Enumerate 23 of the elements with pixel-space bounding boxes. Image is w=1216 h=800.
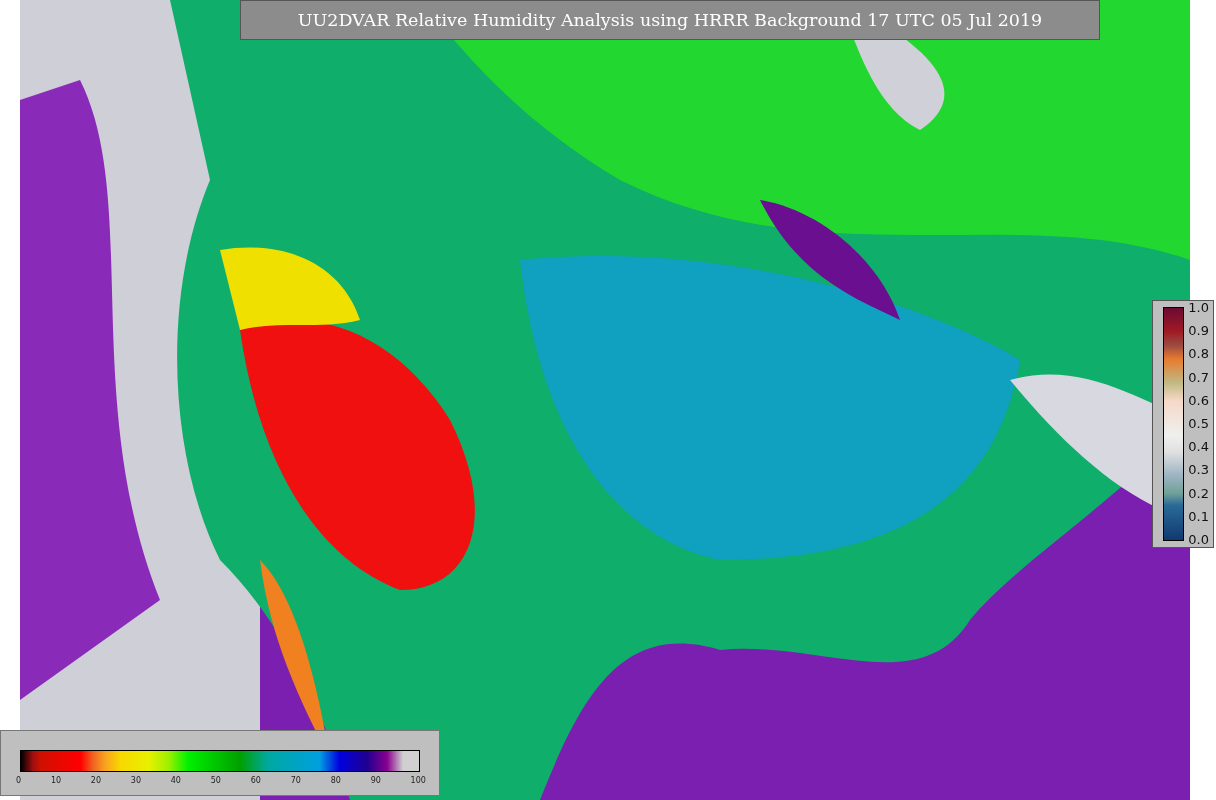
tick-label: 20	[90, 776, 102, 785]
tick-label: 0	[16, 776, 22, 785]
tick-label: 0.3	[1188, 463, 1209, 478]
tick-label: 0.1	[1188, 509, 1209, 524]
tick-label: 0.7	[1188, 370, 1209, 385]
tick-label: 40	[170, 776, 181, 785]
tick-label: 1.0	[1188, 301, 1209, 315]
tick-label: 10	[50, 776, 62, 785]
tick-label: 50	[210, 776, 221, 785]
tick-label: 0.0	[1188, 532, 1209, 547]
tick-label: 0.2	[1188, 486, 1209, 501]
tick-label: 0.6	[1188, 393, 1209, 408]
tick-label: 0.9	[1188, 324, 1209, 339]
tick-label: 70	[290, 776, 301, 785]
tick-label: 90	[370, 776, 381, 785]
tick-label: 0.5	[1188, 416, 1209, 431]
tick-label: 100	[410, 776, 426, 785]
tick-label: 0.4	[1188, 440, 1209, 455]
tick-label: 30	[130, 776, 141, 785]
tick-label: 80	[330, 776, 341, 785]
tick-label: 60	[250, 776, 261, 785]
map-title: UU2DVAR Relative Humidity Analysis using HRRR Background 17 UTC 05 Jul 2019	[240, 0, 1100, 40]
tick-label: 0.8	[1188, 347, 1209, 362]
